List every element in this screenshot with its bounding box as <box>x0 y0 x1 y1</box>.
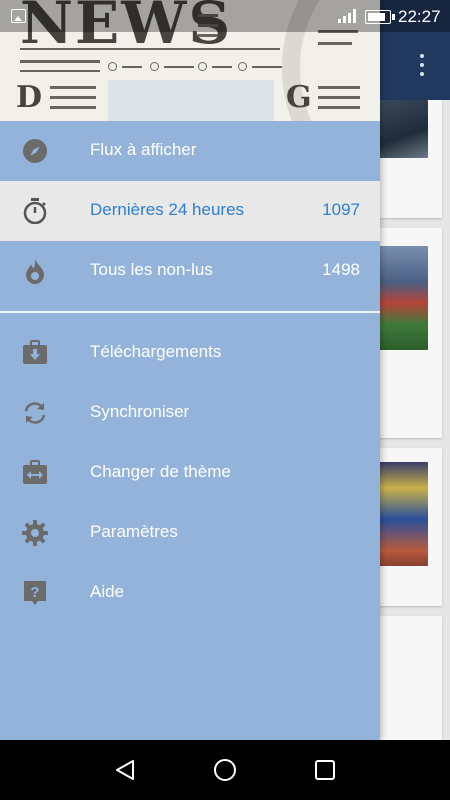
drawer-item-label: Paramètres <box>90 522 178 541</box>
drawer-item-settings[interactable]: Paramètres <box>0 503 380 563</box>
drawer-item-sync[interactable]: Synchroniser <box>0 383 380 443</box>
drawer-item-label: Aide <box>90 582 125 601</box>
compass-icon <box>22 138 48 164</box>
signal-icon <box>338 9 358 23</box>
drawer-item-label: Flux à afficher <box>90 140 197 159</box>
flame-icon <box>22 258 48 284</box>
article-card[interactable] <box>372 616 442 740</box>
item-count: 1498 <box>322 260 360 279</box>
drawer-item-feeds[interactable]: Flux à afficher <box>0 121 380 181</box>
swap-theme-icon <box>22 460 48 486</box>
status-time: 22:27 <box>398 7 441 26</box>
newspaper-letter-d: D <box>16 80 43 115</box>
svg-text:?: ? <box>30 584 39 601</box>
download-box-icon <box>22 340 48 366</box>
drawer-item-label: Synchroniser <box>90 402 190 421</box>
home-icon[interactable] <box>213 758 237 782</box>
back-icon[interactable] <box>113 758 137 782</box>
newspaper-photo <box>108 80 274 121</box>
status-bar: 22:27 <box>0 0 450 32</box>
drawer-item-label: Tous les non-lus <box>90 260 213 279</box>
article-thumbnail <box>378 100 428 158</box>
help-icon: ? <box>22 580 48 606</box>
article-thumbnail <box>378 462 428 566</box>
drawer-item-label: Téléchargements <box>90 342 222 361</box>
sync-icon <box>22 400 48 426</box>
system-navigation-bar <box>0 740 450 800</box>
drawer-item-all-unread[interactable]: Tous les non-lus 1498 <box>0 241 380 301</box>
navigation-drawer: NEWS D G Flux à afficher Dernières 24 he… <box>0 0 380 740</box>
recents-icon[interactable] <box>313 758 337 782</box>
drawer-divider <box>0 311 380 313</box>
gear-icon <box>22 520 48 546</box>
stopwatch-icon <box>22 198 48 225</box>
drawer-item-help[interactable]: ? Aide <box>0 563 380 623</box>
article-thumbnail <box>378 246 428 350</box>
drawer-item-last-24h[interactable]: Dernières 24 heures 1097 <box>0 181 380 241</box>
overflow-menu-icon[interactable] <box>414 54 430 80</box>
battery-icon <box>365 10 395 24</box>
drawer-item-change-theme[interactable]: Changer de thème <box>0 443 380 503</box>
drawer-item-label: Dernières 24 heures <box>90 200 245 219</box>
image-notification-icon <box>11 9 26 23</box>
drawer-item-label: Changer de thème <box>90 462 231 481</box>
item-count: 1097 <box>322 200 360 219</box>
drawer-item-downloads[interactable]: Téléchargements <box>0 323 380 383</box>
newspaper-letter-g: G <box>286 80 312 115</box>
